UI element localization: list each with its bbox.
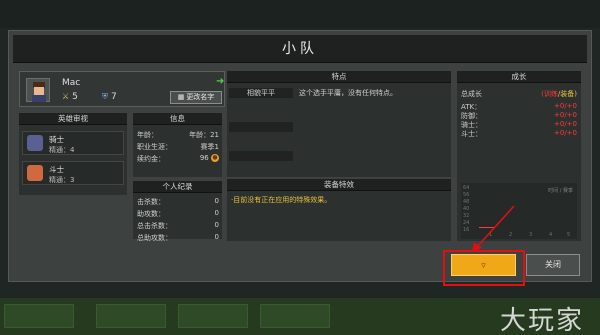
growth-row: 斗士： +0/+0 bbox=[461, 129, 577, 138]
hero-class-name: 骑士 bbox=[49, 135, 64, 144]
hero-review-item-knight[interactable]: 骑士 精通：4 bbox=[22, 131, 124, 155]
x-tick: 4 bbox=[549, 232, 553, 238]
chart-legend: 时间 / 赛季 bbox=[548, 188, 573, 194]
growth-total-row: 总成长 (训练/装备) bbox=[461, 90, 577, 98]
hero-mastery: 精通：3 bbox=[49, 176, 75, 184]
x-tick: 5 bbox=[567, 232, 571, 238]
sword-icon: ⚔ bbox=[62, 92, 70, 101]
traits-header: 特点 bbox=[227, 71, 451, 83]
coin-icon: ● bbox=[211, 154, 219, 162]
shield-icon: ⛨ bbox=[102, 92, 108, 101]
equipment-effects-panel: 装备特效 ·目前没有正在应用的特殊效果。 bbox=[227, 179, 451, 241]
confirm-button[interactable]: ▿ bbox=[451, 254, 516, 276]
y-tick: 24 bbox=[463, 220, 470, 226]
background-button bbox=[4, 304, 74, 328]
trait-slot-empty bbox=[229, 122, 293, 132]
trait-description: 这个选手平庸，没有任何特点。 bbox=[299, 89, 397, 97]
transfer-arrow-icon[interactable]: ➜ bbox=[216, 76, 224, 87]
y-tick: 56 bbox=[463, 192, 470, 198]
attack-stat: ⚔ 5 bbox=[62, 92, 78, 102]
record-row: 助攻数： 0 bbox=[137, 209, 219, 218]
trait-slot-empty bbox=[229, 151, 293, 161]
defense-stat: ⛨ 7 bbox=[102, 92, 117, 102]
equipment-header: 装备特效 bbox=[227, 179, 451, 191]
background-button bbox=[96, 304, 166, 328]
portrait-small-icon: ▦ bbox=[177, 93, 185, 101]
rename-button[interactable]: ▦ 更改名字 bbox=[170, 91, 222, 104]
personal-record-panel: 个人纪录 击杀数： 0 助攻数： 0 总击杀数： 0 总助攻数： 0 bbox=[133, 181, 222, 242]
close-button[interactable]: 关闭 bbox=[526, 254, 580, 276]
hero-review-header: 英雄审视 bbox=[19, 113, 127, 125]
watermark-text: 大玩家 bbox=[500, 306, 585, 335]
info-panel: 信息 年龄： 年龄：21 职业生涯： 赛季1 续约金： 96 ● bbox=[133, 113, 222, 177]
info-row: 续约金： 96 ● bbox=[137, 154, 219, 163]
trait-chip[interactable]: 相貌平平 bbox=[229, 88, 293, 98]
background-button bbox=[178, 304, 248, 328]
x-tick: 3 bbox=[529, 232, 533, 238]
growth-header: 成长 bbox=[457, 71, 581, 83]
hero-class-name: 斗士 bbox=[49, 165, 64, 174]
annotation-arrow-icon bbox=[472, 205, 515, 252]
info-row: 职业生涯： 赛季1 bbox=[137, 143, 219, 151]
defense-value: 7 bbox=[111, 92, 117, 102]
record-row: 击杀数： 0 bbox=[137, 197, 219, 206]
background-top-bar bbox=[0, 0, 600, 28]
hero-review-panel: 英雄审视 骑士 精通：4 斗士 精通：3 bbox=[19, 113, 127, 195]
character-portrait bbox=[26, 78, 50, 102]
attack-value: 5 bbox=[72, 92, 78, 102]
y-tick: 16 bbox=[463, 227, 470, 233]
y-tick: 32 bbox=[463, 213, 470, 219]
hero-mastery: 精通：4 bbox=[49, 146, 75, 154]
character-name: Mac bbox=[62, 78, 81, 88]
traits-panel: 特点 相貌平平 这个选手平庸，没有任何特点。 bbox=[227, 71, 451, 177]
y-tick: 40 bbox=[463, 206, 470, 212]
record-row: 总助攻数： 0 bbox=[137, 233, 219, 242]
equipment-note: ·目前没有正在应用的特殊效果。 bbox=[231, 196, 332, 204]
cursor-icon: ▿ bbox=[481, 261, 486, 271]
y-tick: 48 bbox=[463, 199, 470, 205]
hero-review-item-fighter[interactable]: 斗士 精通：3 bbox=[22, 161, 124, 185]
character-card: Mac ⚔ 5 ⛨ 7 ➜ ▦ 更改名字 bbox=[19, 71, 225, 107]
info-header: 信息 bbox=[133, 113, 222, 125]
y-tick: 64 bbox=[463, 185, 470, 191]
record-row: 总击杀数： 0 bbox=[137, 221, 219, 230]
info-row: 年龄： 年龄：21 bbox=[137, 131, 219, 139]
knight-icon bbox=[27, 135, 43, 151]
background-button bbox=[260, 304, 330, 328]
record-header: 个人纪录 bbox=[133, 181, 222, 193]
dialog-title: 小队 bbox=[13, 35, 587, 63]
fighter-icon bbox=[27, 165, 43, 181]
